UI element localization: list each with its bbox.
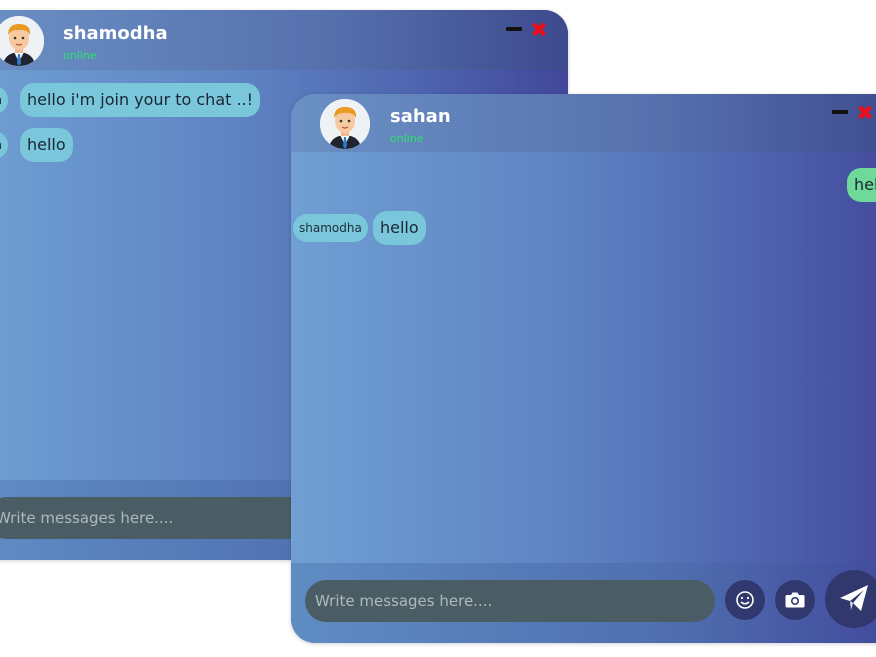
message-sender: sahan (0, 86, 8, 114)
camera-icon (785, 592, 805, 608)
user-avatar (0, 16, 44, 66)
message-bubble-outgoing: hello (847, 168, 876, 202)
minimize-icon[interactable] (832, 110, 848, 114)
user-name: shamodha (63, 23, 168, 44)
message-bubble: hello (373, 211, 426, 245)
message-input[interactable] (305, 580, 715, 622)
user-name: sahan (390, 106, 451, 127)
emoji-button[interactable] (725, 580, 765, 620)
message-list: hello shamodha hello (291, 154, 876, 583)
emoji-icon (736, 591, 754, 609)
message-row: hello (291, 168, 876, 202)
send-icon (840, 585, 868, 611)
user-status: online (390, 132, 424, 145)
user-avatar (320, 99, 370, 149)
chat-header: sahan online ✖ (291, 94, 876, 152)
send-button[interactable] (825, 570, 876, 628)
user-status: online (63, 49, 97, 62)
close-icon[interactable]: ✖ (530, 20, 548, 41)
message-row: shamodha hello (291, 211, 876, 245)
message-bubble: hello (20, 128, 73, 162)
camera-button[interactable] (775, 580, 815, 620)
message-sender: shamodha (293, 214, 368, 242)
message-sender: sahan (0, 131, 8, 159)
chat-footer (291, 563, 876, 643)
message-bubble: hello i'm join your to chat ..! (20, 83, 261, 117)
chat-header: shamodha online ✖ (0, 10, 568, 70)
chat-window-front: sahan online ✖ hello shamodha hello (291, 94, 876, 643)
close-icon[interactable]: ✖ (856, 103, 874, 124)
minimize-icon[interactable] (506, 27, 522, 31)
